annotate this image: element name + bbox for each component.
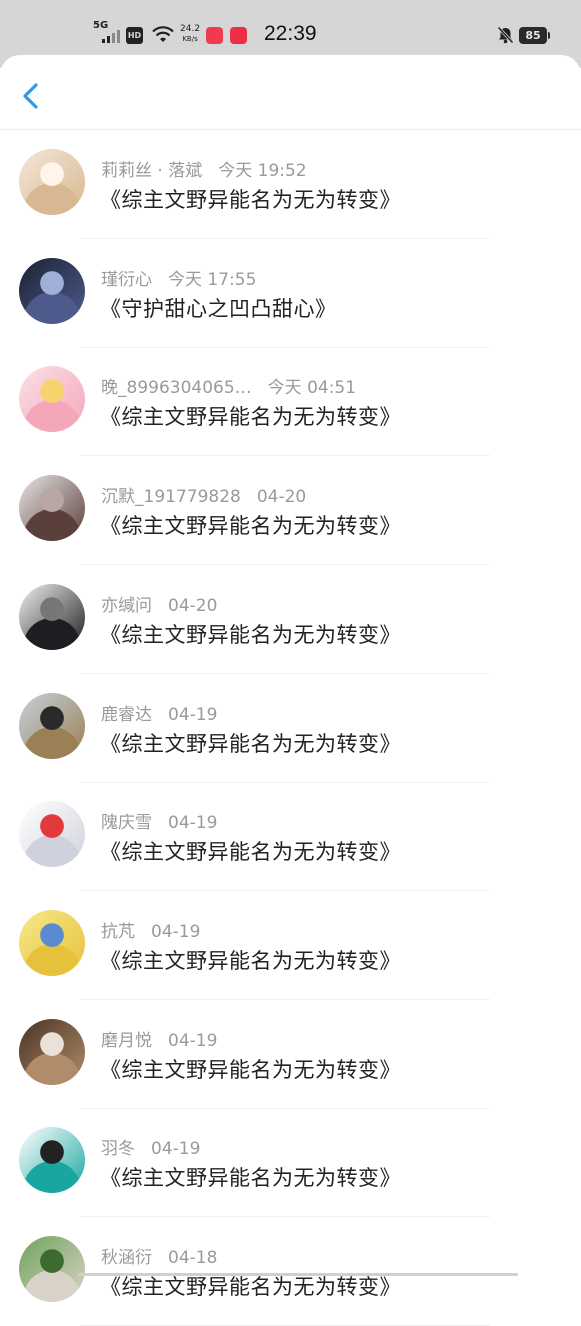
- avatar[interactable]: [19, 1236, 85, 1302]
- battery-indicator: 85: [519, 27, 550, 44]
- list-item[interactable]: 沉默_191779828 04-20 《综主文野异能名为无为转变》: [0, 456, 581, 566]
- timestamp: 04-18: [168, 1248, 218, 1268]
- comment-meta: 秋涵衍 04-18: [101, 1243, 217, 1268]
- list-item[interactable]: 羽冬 04-19 《综主文野异能名为无为转变》: [0, 1108, 581, 1218]
- book-title[interactable]: 《综主文野异能名为无为转变》: [100, 184, 401, 214]
- signal-icon: [102, 30, 120, 43]
- comment-meta: 瑾衍心 今天 17:55: [101, 265, 256, 290]
- book-title[interactable]: 《综主文野异能名为无为转变》: [100, 619, 401, 649]
- back-button[interactable]: [14, 78, 50, 114]
- comment-meta: 磨月悦 04-19: [101, 1026, 217, 1051]
- scroll-indicator: [78, 1273, 518, 1276]
- list-item[interactable]: 鹿睿达 04-19 《综主文野异能名为无为转变》: [0, 674, 581, 783]
- timestamp: 04-19: [168, 1030, 218, 1051]
- avatar[interactable]: [19, 583, 85, 650]
- avatar[interactable]: [19, 692, 85, 759]
- timestamp: 04-20: [256, 487, 307, 508]
- avatar[interactable]: [19, 257, 85, 324]
- user-name[interactable]: 瑾衍心: [101, 265, 152, 290]
- timestamp: 今天 04:51: [267, 378, 357, 399]
- timestamp: 04-19: [168, 813, 218, 834]
- list-item[interactable]: 磨月悦 04-19 《综主文野异能名为无为转变》: [0, 1000, 581, 1109]
- user-name[interactable]: 鹿睿达: [101, 700, 152, 725]
- comment-meta: 羽冬 04-19: [101, 1134, 200, 1159]
- app-notification-icon-2: [230, 27, 247, 44]
- user-name[interactable]: 晚_8996304065…: [101, 373, 252, 398]
- comment-meta: 沉默_191779828 04-20: [101, 482, 306, 507]
- avatar[interactable]: [19, 1018, 85, 1085]
- hd-badge: HD: [126, 27, 143, 44]
- page-header: [0, 55, 581, 130]
- speed-unit: KB/s: [182, 35, 198, 43]
- network-speed: 24.2 KB/s: [180, 24, 200, 44]
- list-item[interactable]: 瑾衍心 今天 17:55 《守护甜心之凹凸甜心》: [0, 239, 581, 348]
- user-name[interactable]: 羽冬: [101, 1134, 135, 1159]
- timestamp: 04-20: [168, 595, 218, 616]
- book-title[interactable]: 《综主文野异能名为无为转变》: [100, 1162, 401, 1192]
- list-item[interactable]: 莉莉丝 · 落斌 今天 19:52 《综主文野异能名为无为转变》: [0, 130, 581, 239]
- wifi-icon: [152, 26, 174, 42]
- user-name[interactable]: 抗芃: [101, 917, 135, 942]
- user-name[interactable]: 亦缄问: [101, 591, 152, 616]
- avatar[interactable]: [19, 366, 85, 433]
- book-title[interactable]: 《守护甜心之凹凸甜心》: [100, 293, 337, 323]
- timestamp: 04-19: [168, 704, 218, 725]
- bell-muted-icon: [497, 26, 514, 44]
- list-item[interactable]: 亦缄问 04-20 《综主文野异能名为无为转变》: [0, 565, 581, 674]
- timestamp: 今天 19:52: [218, 161, 307, 181]
- avatar[interactable]: [19, 149, 85, 215]
- book-title[interactable]: 《综主文野异能名为无为转变》: [100, 836, 401, 866]
- avatar[interactable]: [19, 801, 85, 868]
- list-item[interactable]: 秋涵衍 04-18 《综主文野异能名为无为转变》: [0, 1217, 581, 1326]
- book-title[interactable]: 《综主文野异能名为无为转变》: [100, 401, 401, 431]
- book-title[interactable]: 《综主文野异能名为无为转变》: [100, 728, 401, 758]
- user-name[interactable]: 隗庆雪: [101, 808, 152, 833]
- book-title[interactable]: 《综主文野异能名为无为转变》: [100, 510, 401, 540]
- user-name[interactable]: 磨月悦: [101, 1026, 152, 1051]
- timestamp: 04-19: [151, 921, 201, 942]
- avatar[interactable]: [19, 909, 85, 976]
- avatar[interactable]: [19, 1127, 85, 1194]
- user-name[interactable]: 秋涵衍: [101, 1243, 152, 1268]
- comment-meta: 亦缄问 04-20: [101, 591, 217, 616]
- list-item[interactable]: 隗庆雪 04-19 《综主文野异能名为无为转变》: [0, 782, 581, 892]
- book-title[interactable]: 《综主文野异能名为无为转变》: [100, 945, 401, 975]
- clock: 22:39: [264, 22, 317, 45]
- comment-meta: 晚_8996304065… 今天 04:51: [101, 373, 356, 398]
- app-notification-icon: [206, 27, 223, 44]
- list-item[interactable]: 抗芃 04-19 《综主文野异能名为无为转变》: [0, 891, 581, 1000]
- timestamp: 04-19: [151, 1139, 201, 1160]
- comment-meta: 鹿睿达 04-19: [101, 700, 217, 725]
- comment-meta: 莉莉丝 · 落斌 今天 19:52: [101, 156, 307, 181]
- list-item[interactable]: 晚_8996304065… 今天 04:51 《综主文野异能名为无为转变》: [0, 347, 581, 457]
- book-title[interactable]: 《综主文野异能名为无为转变》: [100, 1054, 401, 1084]
- user-name[interactable]: 莉莉丝 · 落斌: [101, 156, 202, 181]
- comment-meta: 抗芃 04-19: [101, 917, 200, 942]
- comment-meta: 隗庆雪 04-19: [101, 808, 217, 833]
- timestamp: 今天 17:55: [168, 269, 257, 290]
- user-name[interactable]: 沉默_191779828: [101, 482, 241, 507]
- speed-value: 24.2: [180, 24, 201, 34]
- chevron-left-icon: [23, 83, 38, 109]
- avatar[interactable]: [19, 475, 85, 542]
